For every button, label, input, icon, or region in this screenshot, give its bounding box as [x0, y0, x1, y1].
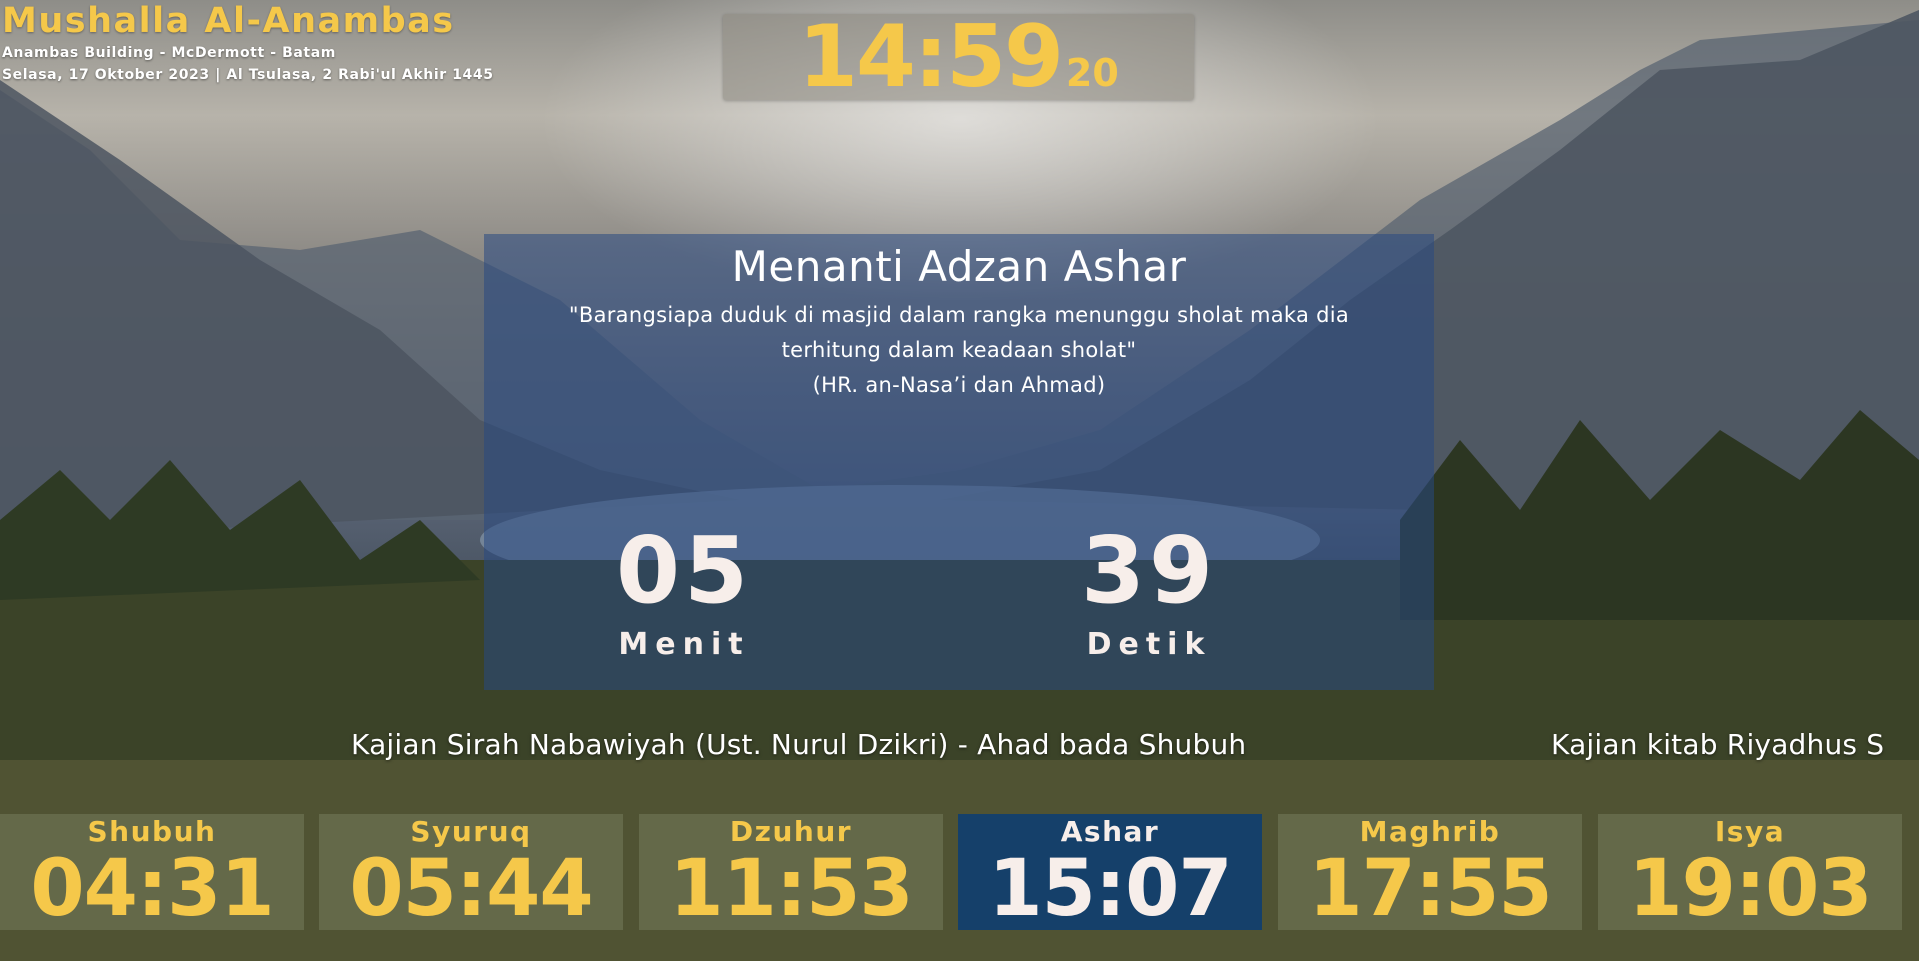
prayer-name: Syuruq [410, 815, 532, 848]
announcement-ticker: Kajian Sirah Nabawiyah (Ust. Nurul Dzikr… [0, 728, 1919, 764]
prayer-times-row: Shubuh 04:31 Syuruq 05:44 Dzuhur 11:53 A… [0, 814, 1919, 930]
hadith-source: (HR. an-Nasa’i dan Ahmad) [812, 373, 1106, 397]
ticker-item: Kajian Sirah Nabawiyah (Ust. Nurul Dzikr… [351, 728, 1247, 761]
prayer-card-shubuh: Shubuh 04:31 [0, 814, 304, 930]
clock-time: 14:59 [798, 7, 1064, 107]
masjid-display-screen: Mushalla Al-Anambas Anambas Building - M… [0, 0, 1919, 961]
clock-seconds: 20 [1065, 51, 1119, 95]
hadith-quote: "Barangsiapa duduk di masjid dalam rangk… [524, 298, 1394, 403]
prayer-time: 05:44 [349, 844, 593, 934]
prayer-name: Isya [1714, 815, 1786, 848]
prayer-name: Dzuhur [729, 815, 853, 848]
minutes-label: Menit [618, 627, 750, 662]
mosque-name: Mushalla Al-Anambas [2, 1, 455, 41]
prayer-name: Ashar [1060, 815, 1160, 848]
header: Mushalla Al-Anambas Anambas Building - M… [2, 0, 494, 86]
prayer-name: Maghrib [1359, 815, 1501, 848]
minutes-value: 05 [615, 517, 753, 624]
prayer-name: Shubuh [87, 815, 217, 848]
ticker-item: Kajian kitab Riyadhus S [1551, 728, 1885, 761]
clock-panel: 14:59 20 [723, 14, 1194, 100]
countdown-title: Menanti Adzan Ashar [731, 242, 1187, 291]
prayer-card-dzuhur: Dzuhur 11:53 [639, 814, 943, 930]
prayer-time: 15:07 [988, 844, 1232, 934]
hadith-line-2: terhitung dalam keadaan sholat" [781, 338, 1137, 362]
prayer-time: 04:31 [30, 844, 274, 934]
prayer-card-isya: Isya 19:03 [1598, 814, 1902, 930]
prayer-card-maghrib: Maghrib 17:55 [1278, 814, 1582, 930]
seconds-value: 39 [1080, 517, 1218, 624]
countdown-panel: Menanti Adzan Ashar "Barangsiapa duduk d… [484, 234, 1434, 690]
countdown-seconds: 39 Detik [989, 517, 1309, 663]
prayer-card-ashar: Ashar 15:07 [958, 814, 1262, 930]
prayer-time: 19:03 [1628, 844, 1872, 934]
countdown-minutes: 05 Menit [524, 517, 844, 663]
prayer-card-syuruq: Syuruq 05:44 [319, 814, 623, 930]
date-text: Selasa, 17 Oktober 2023 | Al Tsulasa, 2 … [2, 67, 494, 83]
seconds-label: Detik [1086, 627, 1212, 662]
hadith-line-1: "Barangsiapa duduk di masjid dalam rangk… [568, 303, 1350, 327]
prayer-time: 11:53 [669, 844, 913, 934]
location-text: Anambas Building - McDermott - Batam [2, 45, 336, 61]
prayer-time: 17:55 [1308, 844, 1552, 934]
